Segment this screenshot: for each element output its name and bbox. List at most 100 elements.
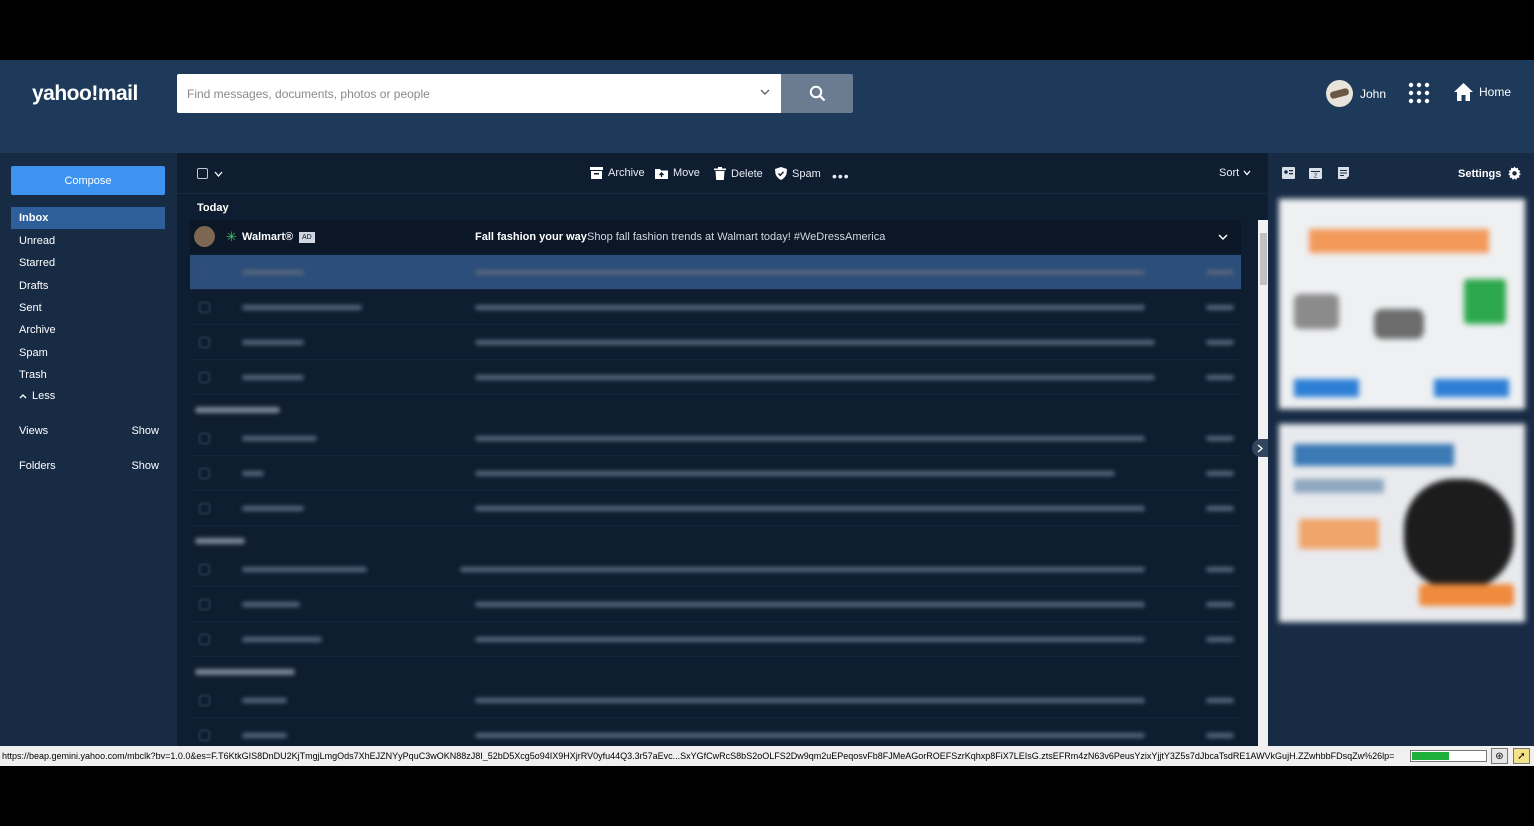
ad-button-graphic [1294, 379, 1359, 397]
sidebar-item-inbox[interactable]: Inbox [11, 207, 165, 229]
sidebar-item-sent[interactable]: Sent [11, 297, 165, 319]
section-header-today: Today [197, 202, 229, 214]
row-checkbox[interactable] [199, 337, 210, 348]
row-date [1206, 375, 1234, 380]
row-subject [475, 698, 1145, 703]
select-all-checkbox[interactable] [197, 168, 208, 179]
message-row[interactable] [190, 290, 1241, 325]
pointer-icon[interactable]: ➚ [1513, 748, 1530, 764]
row-subject [475, 733, 1145, 738]
message-row[interactable] [190, 552, 1241, 587]
more-icon[interactable]: ••• [832, 168, 850, 184]
message-row[interactable] [190, 421, 1241, 456]
advertisement-bottom[interactable] [1278, 423, 1526, 623]
row-sender [242, 340, 304, 345]
spam-label: Spam [792, 167, 821, 180]
sidebar-item-unread[interactable]: Unread [11, 230, 165, 252]
security-icon[interactable]: ⊛ [1491, 748, 1508, 764]
search-button[interactable] [781, 74, 853, 113]
message-row[interactable] [190, 456, 1241, 491]
row-checkbox[interactable] [199, 599, 210, 610]
message-list-pane: Archive Move Delete Spam ••• Sort Today [177, 153, 1268, 746]
message-row[interactable] [190, 360, 1241, 395]
status-url: https://beap.gemini.yahoo.com/mbclk?bv=1… [2, 751, 1395, 761]
spam-button[interactable]: Spam [775, 167, 821, 180]
notepad-icon[interactable] [1337, 167, 1350, 179]
ad-headline-graphic [1309, 229, 1489, 253]
trash-icon [714, 167, 726, 180]
ad-subject: Fall fashion your way [475, 231, 587, 243]
scrollbar-thumb[interactable] [1260, 233, 1267, 285]
archive-label: Archive [608, 167, 645, 179]
sidebar-less-toggle[interactable]: Less [11, 385, 165, 407]
search-input[interactable] [177, 74, 737, 113]
archive-button[interactable]: Archive [590, 167, 645, 179]
row-subject [475, 375, 1155, 380]
top-header: yahoo!mail John Home [0, 60, 1534, 153]
user-name: John [1360, 86, 1387, 101]
home-label: Home [1479, 85, 1512, 99]
ad-button-graphic [1434, 379, 1509, 397]
advertisement-top[interactable] [1278, 198, 1526, 410]
search-box[interactable] [177, 74, 781, 113]
views-show-button[interactable]: Show [131, 425, 159, 437]
row-checkbox[interactable] [199, 730, 210, 741]
ad-text-graphic [1299, 519, 1379, 549]
row-checkbox[interactable] [199, 267, 210, 278]
left-sidebar: Compose Inbox Unread Starred Drafts Sent… [0, 153, 177, 746]
row-subject [475, 506, 1145, 511]
avatar [1326, 80, 1353, 107]
row-checkbox[interactable] [199, 372, 210, 383]
message-row[interactable] [190, 325, 1241, 360]
less-label: Less [32, 390, 56, 402]
row-date [1206, 733, 1234, 738]
sidebar-item-archive[interactable]: Archive [11, 319, 165, 341]
section-header [195, 669, 295, 675]
row-checkbox[interactable] [199, 503, 210, 514]
contacts-icon[interactable] [1282, 167, 1295, 179]
sort-button[interactable]: Sort [1219, 167, 1251, 179]
sidebar-item-trash[interactable]: Trash [11, 364, 165, 386]
message-row[interactable] [190, 491, 1241, 526]
row-date [1206, 637, 1234, 642]
row-checkbox[interactable] [199, 634, 210, 645]
scrollbar-track[interactable] [1258, 220, 1268, 746]
collapse-panel-button[interactable] [1252, 439, 1268, 457]
chevron-down-icon[interactable] [1218, 233, 1228, 241]
message-row[interactable] [190, 255, 1241, 290]
section-header [195, 407, 280, 413]
message-row[interactable] [190, 718, 1241, 746]
home-link[interactable]: Home [1453, 82, 1511, 102]
row-subject [475, 471, 1115, 476]
row-checkbox[interactable] [199, 433, 210, 444]
message-row[interactable] [190, 622, 1241, 657]
row-checkbox[interactable] [199, 564, 210, 575]
message-row[interactable] [190, 587, 1241, 622]
user-menu[interactable]: John [1326, 80, 1386, 107]
ad-product-image [1374, 309, 1424, 339]
delete-button[interactable]: Delete [714, 167, 763, 180]
row-checkbox[interactable] [199, 302, 210, 313]
row-date [1206, 602, 1234, 607]
chevron-down-icon[interactable] [759, 86, 771, 98]
row-sender [242, 270, 304, 275]
move-button[interactable]: Move [655, 167, 700, 179]
row-checkbox[interactable] [199, 468, 210, 479]
compose-button[interactable]: Compose [11, 166, 165, 195]
chevron-down-icon[interactable] [214, 170, 223, 178]
message-row[interactable] [190, 683, 1241, 718]
sidebar-item-spam[interactable]: Spam [11, 342, 165, 364]
settings-button[interactable]: Settings [1458, 166, 1522, 181]
sidebar-item-drafts[interactable]: Drafts [11, 275, 165, 297]
sponsored-message-row[interactable]: ✳ Walmart® AD Fall fashion your way Shop… [190, 220, 1241, 254]
row-checkbox[interactable] [199, 695, 210, 706]
yahoo-mail-logo[interactable]: yahoo!mail [32, 82, 138, 106]
apps-grid-icon[interactable] [1408, 82, 1430, 104]
sidebar-item-starred[interactable]: Starred [11, 252, 165, 274]
chevron-down-icon [1243, 170, 1251, 176]
row-date [1206, 436, 1234, 441]
folders-show-button[interactable]: Show [131, 460, 159, 472]
row-subject [475, 305, 1145, 310]
calendar-icon[interactable]: 2 [1309, 167, 1322, 179]
folders-row: Folders Show [19, 460, 159, 472]
